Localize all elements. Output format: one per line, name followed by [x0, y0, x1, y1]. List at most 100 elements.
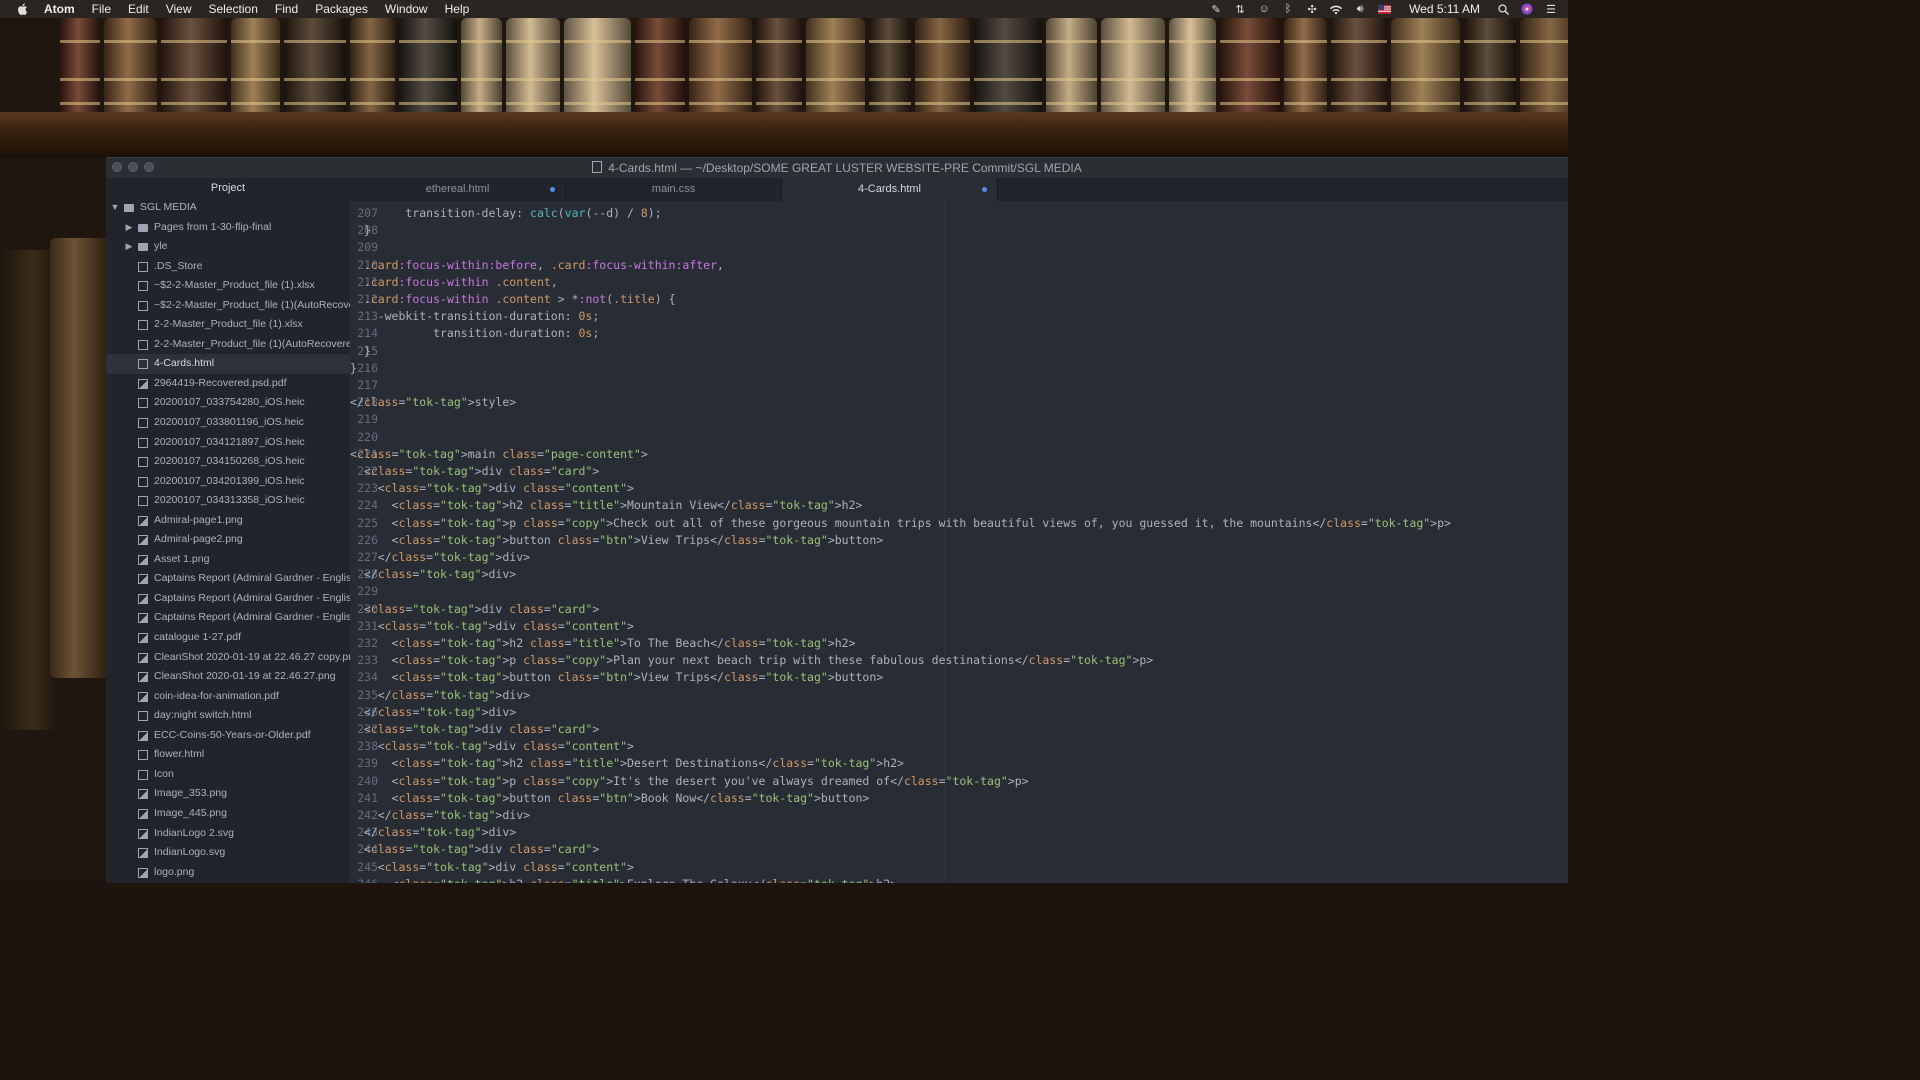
menu-view[interactable]: View — [166, 0, 192, 18]
menu-packages[interactable]: Packages — [315, 0, 368, 18]
tree-file[interactable]: Image_353.png — [106, 784, 350, 804]
code-line[interactable]: <class="tok-tag">main class="page-conten… — [350, 446, 648, 463]
tree-file[interactable]: Captains Report (Admiral Gardner - Engli… — [106, 569, 350, 589]
menu-selection[interactable]: Selection — [209, 0, 258, 18]
code-line[interactable]: <class="tok-tag">p class="copy">Plan you… — [350, 652, 1154, 669]
bluetooth-icon[interactable]: ᛒ — [1281, 3, 1295, 15]
code-line[interactable]: <class="tok-tag">h2 class="title">Desert… — [350, 755, 904, 772]
code-line[interactable]: <class="tok-tag">div class="content"> — [350, 738, 634, 755]
tree-file[interactable]: CleanShot 2020-01-19 at 22.46.27 copy.pn… — [106, 648, 350, 668]
tree-file[interactable]: 2-2-Master_Product_file (1)(AutoRecovere… — [106, 335, 350, 355]
code-line[interactable]: transition-duration: 0s; — [350, 325, 599, 342]
code-line[interactable]: </class="tok-tag">style> — [350, 394, 516, 411]
tree-file[interactable]: coin-idea-for-animation.pdf — [106, 687, 350, 707]
close-button[interactable] — [112, 162, 122, 172]
code-line[interactable]: </class="tok-tag">div> — [350, 549, 530, 566]
code-line[interactable]: <class="tok-tag">h2 class="title">To The… — [350, 635, 856, 652]
code-line[interactable]: <class="tok-tag">h2 class="title">Explor… — [350, 876, 898, 883]
code-line[interactable]: <class="tok-tag">div class="card"> — [350, 463, 599, 480]
code-line[interactable]: <class="tok-tag">p class="copy">It's the… — [350, 773, 1029, 790]
code-line[interactable]: <class="tok-tag">h2 class="title">Mounta… — [350, 497, 863, 514]
menu-clock[interactable]: Wed 5:11 AM — [1409, 2, 1480, 16]
tree-file[interactable]: 20200107_033754280_iOS.heic — [106, 393, 350, 413]
arrows-icon[interactable]: ⇅ — [1233, 3, 1247, 16]
code-editor[interactable]: 207 transition-delay: calc(var(--d) / 8)… — [350, 201, 1568, 883]
code-line[interactable]: <class="tok-tag">div class="card"> — [350, 721, 599, 738]
pen-icon[interactable]: ✎ — [1209, 3, 1223, 16]
chevron-right-icon[interactable]: ▶ — [124, 218, 134, 238]
chevron-right-icon[interactable]: ▶ — [124, 237, 134, 257]
fan-icon[interactable]: ✣ — [1305, 3, 1319, 16]
tree-folder[interactable]: ▶ Pages from 1-30-flip-final — [106, 218, 350, 238]
code-line[interactable]: -webkit-transition-duration: 0s; — [350, 308, 600, 325]
tree-file[interactable]: Image_445.png — [106, 804, 350, 824]
tab-ethereal-html[interactable]: ethereal.html — [350, 178, 566, 201]
tree-file[interactable]: ~$2-2-Master_Product_file (1)(AutoRecove… — [106, 296, 350, 316]
tree-file[interactable]: .DS_Store — [106, 257, 350, 277]
tree-folder[interactable]: ▶ yle — [106, 237, 350, 257]
tree-file[interactable]: 2964419-Recovered.psd.pdf — [106, 374, 350, 394]
tab-main-css[interactable]: main.css — [566, 178, 782, 201]
tree-file[interactable]: 20200107_033801196_iOS.heic — [106, 413, 350, 433]
code-line[interactable]: } — [350, 360, 357, 377]
code-line[interactable]: <class="tok-tag">div class="card"> — [350, 601, 599, 618]
tab-4-cards-html[interactable]: 4-Cards.html — [782, 178, 998, 201]
zoom-button[interactable] — [144, 162, 154, 172]
code-line[interactable]: <class="tok-tag">div class="card"> — [350, 841, 599, 858]
code-line[interactable]: } — [350, 343, 371, 360]
minimize-button[interactable] — [128, 162, 138, 172]
code-line[interactable]: <class="tok-tag">button class="btn">View… — [350, 669, 884, 686]
wifi-icon[interactable] — [1329, 3, 1343, 15]
code-line[interactable]: <class="tok-tag">p class="copy">Check ou… — [350, 515, 1451, 532]
menu-edit[interactable]: Edit — [128, 0, 149, 18]
tree-file[interactable]: logo.png — [106, 863, 350, 883]
tree-file[interactable]: 20200107_034121897_iOS.heic — [106, 433, 350, 453]
menu-help[interactable]: Help — [445, 0, 470, 18]
code-line[interactable]: </class="tok-tag">div> — [350, 704, 516, 721]
code-line[interactable]: <class="tok-tag">button class="btn">Book… — [350, 790, 870, 807]
tree-file[interactable]: Icon — [106, 765, 350, 785]
tree-file[interactable]: 4-Cards.html — [106, 354, 350, 374]
tree-file[interactable]: Captains Report (Admiral Gardner - Engli… — [106, 589, 350, 609]
tree-file[interactable]: Admiral-page2.png — [106, 530, 350, 550]
menu-find[interactable]: Find — [275, 0, 298, 18]
code-line[interactable]: .card:focus-within .content, — [350, 274, 558, 291]
code-line[interactable]: </class="tok-tag">div> — [350, 807, 530, 824]
face-icon[interactable]: ☺ — [1257, 3, 1271, 15]
tree-file[interactable]: catalogue 1-27.pdf — [106, 628, 350, 648]
menu-window[interactable]: Window — [385, 0, 428, 18]
tree-file[interactable]: flower.html — [106, 745, 350, 765]
code-line[interactable]: <class="tok-tag">div class="content"> — [350, 859, 634, 876]
tree-file[interactable]: IndianLogo 2.svg — [106, 824, 350, 844]
tree-file[interactable]: day:night switch.html — [106, 706, 350, 726]
code-line[interactable]: } — [350, 222, 371, 239]
menu-app-name[interactable]: Atom — [44, 0, 75, 18]
us-flag-icon[interactable] — [1377, 3, 1391, 15]
tree-file[interactable]: ~$2-2-Master_Product_file (1).xlsx — [106, 276, 350, 296]
tree-file[interactable]: ECC-Coins-50-Years-or-Older.pdf — [106, 726, 350, 746]
chevron-down-icon[interactable]: ▼ — [110, 198, 120, 218]
volume-icon[interactable]: 🔊︎ — [1353, 3, 1367, 15]
tree-file[interactable]: 20200107_034150268_iOS.heic — [106, 452, 350, 472]
tree-file[interactable]: Asset 1.png — [106, 550, 350, 570]
code-line[interactable]: </class="tok-tag">div> — [350, 824, 516, 841]
code-line[interactable]: </class="tok-tag">div> — [350, 687, 530, 704]
tree-file[interactable]: IndianLogo.svg — [106, 843, 350, 863]
code-line[interactable]: transition-delay: calc(var(--d) / 8); — [350, 205, 661, 222]
code-line[interactable]: <class="tok-tag">div class="content"> — [350, 480, 634, 497]
code-line[interactable]: .card:focus-within .content > *:not(.tit… — [350, 291, 676, 308]
tree-file[interactable]: Admiral-page1.png — [106, 511, 350, 531]
menu-file[interactable]: File — [92, 0, 111, 18]
code-line[interactable]: .card:focus-within:before, .card:focus-w… — [350, 257, 724, 274]
tree-file[interactable]: 2-2-Master_Product_file (1).xlsx — [106, 315, 350, 335]
tree-file[interactable]: 20200107_034201399_iOS.heic — [106, 472, 350, 492]
list-icon[interactable]: ☰ — [1544, 3, 1558, 16]
tree-file[interactable]: 20200107_034313358_iOS.heic — [106, 491, 350, 511]
tree-file[interactable]: Captains Report (Admiral Gardner - Engli… — [106, 608, 350, 628]
siri-icon[interactable] — [1520, 3, 1534, 15]
tree-root[interactable]: ▼ SGL MEDIA — [106, 198, 350, 218]
search-icon[interactable] — [1496, 3, 1510, 15]
code-line[interactable]: <class="tok-tag">div class="content"> — [350, 618, 634, 635]
tree-file[interactable]: CleanShot 2020-01-19 at 22.46.27.png — [106, 667, 350, 687]
project-tab[interactable]: Project — [106, 178, 350, 198]
